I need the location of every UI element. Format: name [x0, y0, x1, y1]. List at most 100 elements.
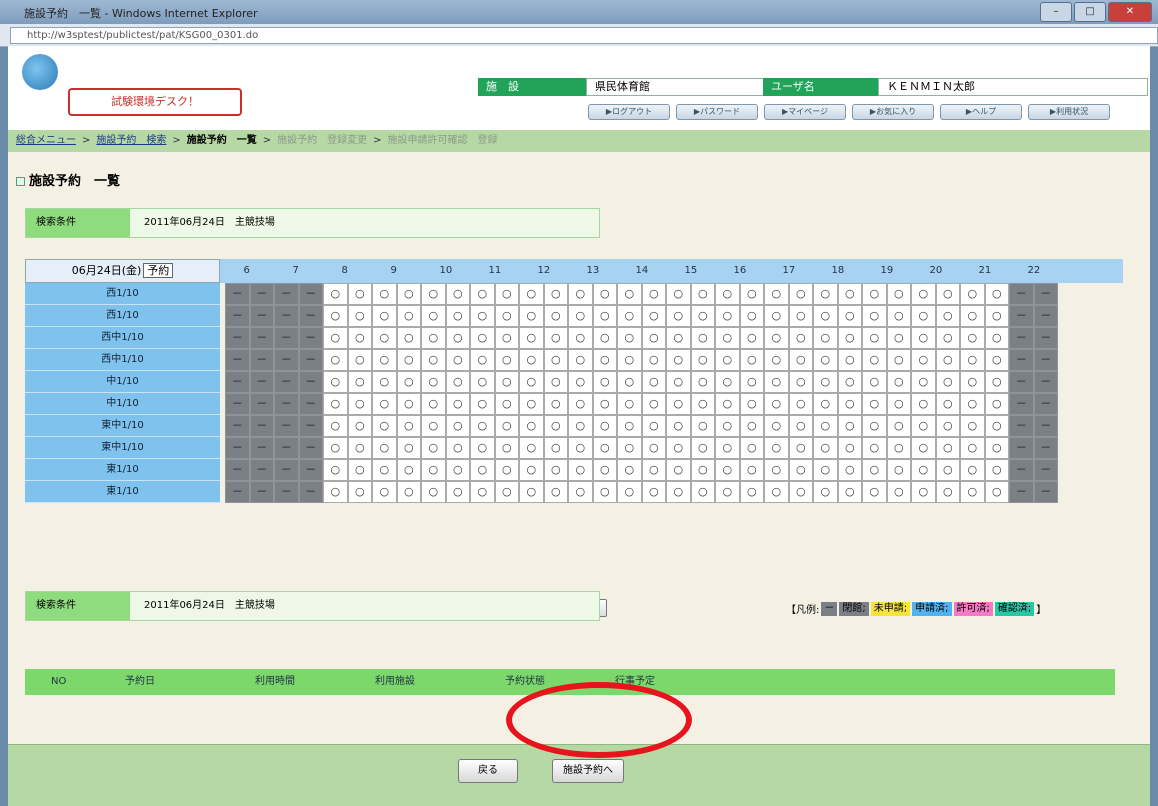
- open-slot[interactable]: ○: [494, 481, 519, 503]
- open-slot[interactable]: ○: [592, 371, 617, 393]
- open-slot[interactable]: ○: [715, 459, 740, 481]
- open-slot[interactable]: ○: [617, 459, 642, 481]
- open-slot[interactable]: ○: [347, 459, 372, 481]
- open-slot[interactable]: ○: [323, 481, 348, 503]
- help-button[interactable]: ▶ヘルプ: [940, 104, 1022, 120]
- open-slot[interactable]: ○: [837, 415, 862, 437]
- maximize-icon[interactable]: □: [1074, 2, 1106, 22]
- open-slot[interactable]: ○: [788, 305, 813, 327]
- open-slot[interactable]: ○: [935, 283, 960, 305]
- open-slot[interactable]: ○: [519, 349, 544, 371]
- open-slot[interactable]: ○: [886, 437, 911, 459]
- open-slot[interactable]: ○: [960, 349, 985, 371]
- open-slot[interactable]: ○: [788, 349, 813, 371]
- open-slot[interactable]: ○: [519, 437, 544, 459]
- open-slot[interactable]: ○: [396, 393, 421, 415]
- open-slot[interactable]: ○: [690, 459, 715, 481]
- open-slot[interactable]: ○: [445, 305, 470, 327]
- open-slot[interactable]: ○: [960, 327, 985, 349]
- open-slot[interactable]: ○: [837, 393, 862, 415]
- open-slot[interactable]: ○: [568, 415, 593, 437]
- open-slot[interactable]: ○: [690, 349, 715, 371]
- open-slot[interactable]: ○: [617, 437, 642, 459]
- open-slot[interactable]: ○: [715, 283, 740, 305]
- open-slot[interactable]: ○: [543, 349, 568, 371]
- open-slot[interactable]: ○: [617, 371, 642, 393]
- open-slot[interactable]: ○: [739, 459, 764, 481]
- open-slot[interactable]: ○: [617, 327, 642, 349]
- minimize-icon[interactable]: –: [1040, 2, 1072, 22]
- open-slot[interactable]: ○: [494, 349, 519, 371]
- open-slot[interactable]: ○: [592, 283, 617, 305]
- open-slot[interactable]: ○: [813, 415, 838, 437]
- open-slot[interactable]: ○: [690, 305, 715, 327]
- open-slot[interactable]: ○: [421, 393, 446, 415]
- open-slot[interactable]: ○: [347, 283, 372, 305]
- open-slot[interactable]: ○: [494, 371, 519, 393]
- open-slot[interactable]: ○: [323, 283, 348, 305]
- open-slot[interactable]: ○: [666, 415, 691, 437]
- open-slot[interactable]: ○: [690, 283, 715, 305]
- open-slot[interactable]: ○: [764, 349, 789, 371]
- open-slot[interactable]: ○: [445, 437, 470, 459]
- open-slot[interactable]: ○: [862, 371, 887, 393]
- open-slot[interactable]: ○: [862, 415, 887, 437]
- open-slot[interactable]: ○: [911, 459, 936, 481]
- open-slot[interactable]: ○: [323, 459, 348, 481]
- open-slot[interactable]: ○: [592, 415, 617, 437]
- open-slot[interactable]: ○: [739, 349, 764, 371]
- open-slot[interactable]: ○: [862, 327, 887, 349]
- open-slot[interactable]: ○: [519, 393, 544, 415]
- open-slot[interactable]: ○: [641, 393, 666, 415]
- open-slot[interactable]: ○: [813, 283, 838, 305]
- open-slot[interactable]: ○: [396, 371, 421, 393]
- reserve-button[interactable]: 予約: [143, 263, 174, 278]
- open-slot[interactable]: ○: [886, 459, 911, 481]
- open-slot[interactable]: ○: [788, 459, 813, 481]
- open-slot[interactable]: ○: [935, 481, 960, 503]
- open-slot[interactable]: ○: [641, 437, 666, 459]
- open-slot[interactable]: ○: [641, 305, 666, 327]
- open-slot[interactable]: ○: [739, 371, 764, 393]
- open-slot[interactable]: ○: [592, 349, 617, 371]
- open-slot[interactable]: ○: [617, 393, 642, 415]
- open-slot[interactable]: ○: [372, 437, 397, 459]
- close-icon[interactable]: ✕: [1108, 2, 1152, 22]
- open-slot[interactable]: ○: [764, 327, 789, 349]
- open-slot[interactable]: ○: [543, 459, 568, 481]
- open-slot[interactable]: ○: [421, 349, 446, 371]
- open-slot[interactable]: ○: [886, 283, 911, 305]
- open-slot[interactable]: ○: [519, 283, 544, 305]
- open-slot[interactable]: ○: [862, 283, 887, 305]
- open-slot[interactable]: ○: [764, 371, 789, 393]
- open-slot[interactable]: ○: [935, 349, 960, 371]
- open-slot[interactable]: ○: [519, 459, 544, 481]
- open-slot[interactable]: ○: [372, 393, 397, 415]
- open-slot[interactable]: ○: [960, 371, 985, 393]
- open-slot[interactable]: ○: [935, 459, 960, 481]
- open-slot[interactable]: ○: [739, 305, 764, 327]
- open-slot[interactable]: ○: [421, 481, 446, 503]
- open-slot[interactable]: ○: [323, 437, 348, 459]
- open-slot[interactable]: ○: [837, 327, 862, 349]
- open-slot[interactable]: ○: [372, 283, 397, 305]
- open-slot[interactable]: ○: [347, 481, 372, 503]
- open-slot[interactable]: ○: [592, 437, 617, 459]
- open-slot[interactable]: ○: [984, 371, 1009, 393]
- open-slot[interactable]: ○: [911, 481, 936, 503]
- open-slot[interactable]: ○: [421, 327, 446, 349]
- open-slot[interactable]: ○: [666, 371, 691, 393]
- open-slot[interactable]: ○: [788, 481, 813, 503]
- open-slot[interactable]: ○: [470, 327, 495, 349]
- open-slot[interactable]: ○: [494, 327, 519, 349]
- open-slot[interactable]: ○: [862, 459, 887, 481]
- open-slot[interactable]: ○: [470, 371, 495, 393]
- open-slot[interactable]: ○: [372, 349, 397, 371]
- open-slot[interactable]: ○: [641, 415, 666, 437]
- open-slot[interactable]: ○: [788, 371, 813, 393]
- open-slot[interactable]: ○: [715, 437, 740, 459]
- open-slot[interactable]: ○: [323, 415, 348, 437]
- go-to-reservation-button[interactable]: 施設予約へ: [552, 759, 624, 783]
- open-slot[interactable]: ○: [592, 305, 617, 327]
- open-slot[interactable]: ○: [323, 393, 348, 415]
